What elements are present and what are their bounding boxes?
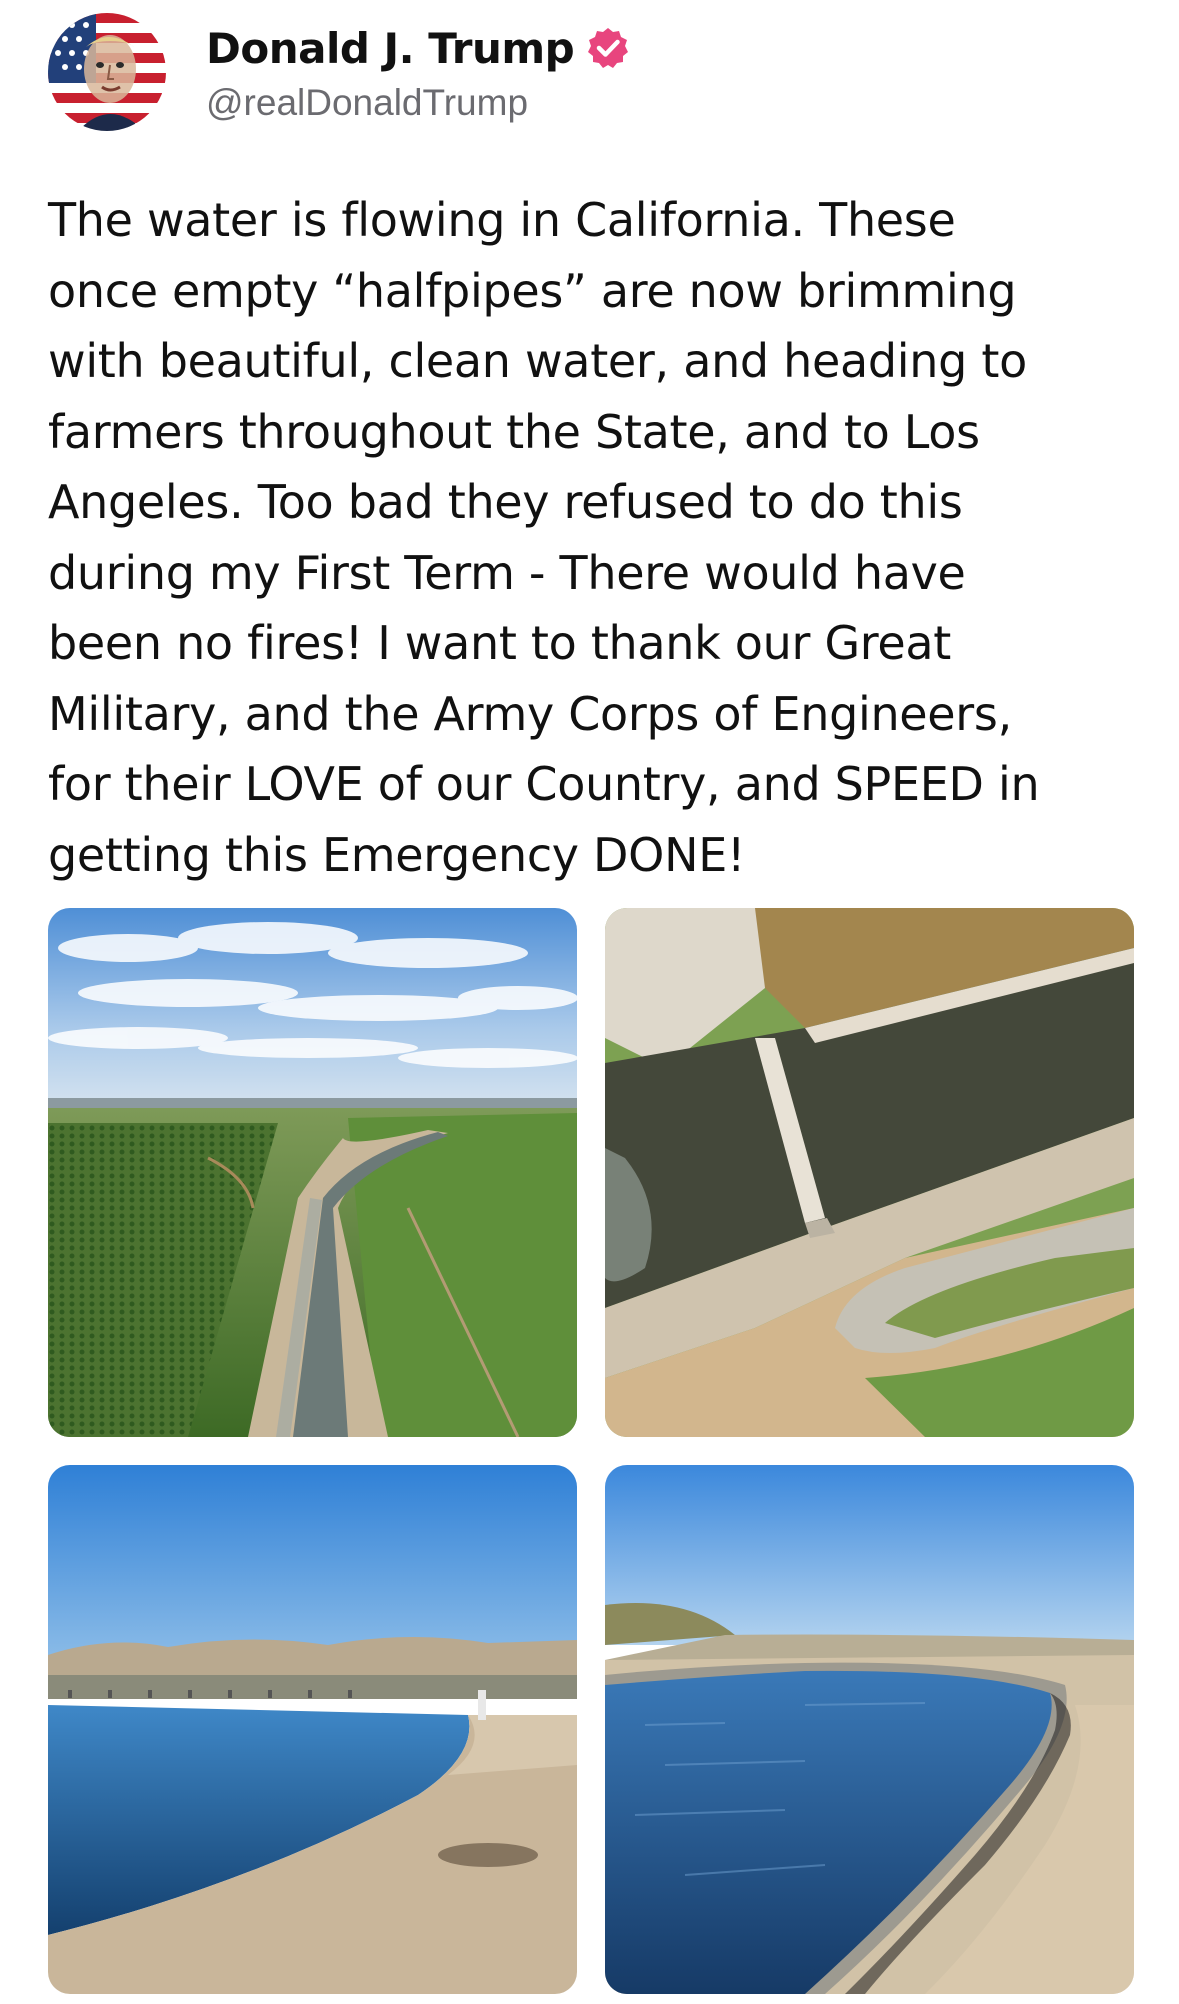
aerial-aqueduct-photo-icon [48,908,577,1437]
canal-bridge-photo-icon [605,908,1134,1437]
author-info: Donald J. Trump @realDonaldTrump [206,20,630,124]
verified-badge-icon [586,26,630,70]
author-handle[interactable]: @realDonaldTrump [206,82,630,124]
media-tile-canal-bridge[interactable] [605,908,1134,1437]
author-display-name[interactable]: Donald J. Trump [206,24,575,73]
media-grid [48,908,1134,1994]
canal-curve-photo-icon [605,1465,1134,1994]
avatar[interactable] [48,13,166,131]
flag-portrait-avatar-icon [48,13,166,131]
post-body-text: The water is flowing in California. Thes… [48,193,1040,882]
author-name-row: Donald J. Trump [206,20,630,76]
media-tile-reservoir[interactable] [48,1465,577,1994]
media-tile-aerial-aqueduct[interactable] [48,908,577,1437]
post-header: Donald J. Trump @realDonaldTrump [48,12,630,132]
post-card: Donald J. Trump @realDonaldTrump The wat… [0,0,1179,2004]
media-tile-canal-curve[interactable] [605,1465,1134,1994]
reservoir-photo-icon [48,1465,577,1994]
